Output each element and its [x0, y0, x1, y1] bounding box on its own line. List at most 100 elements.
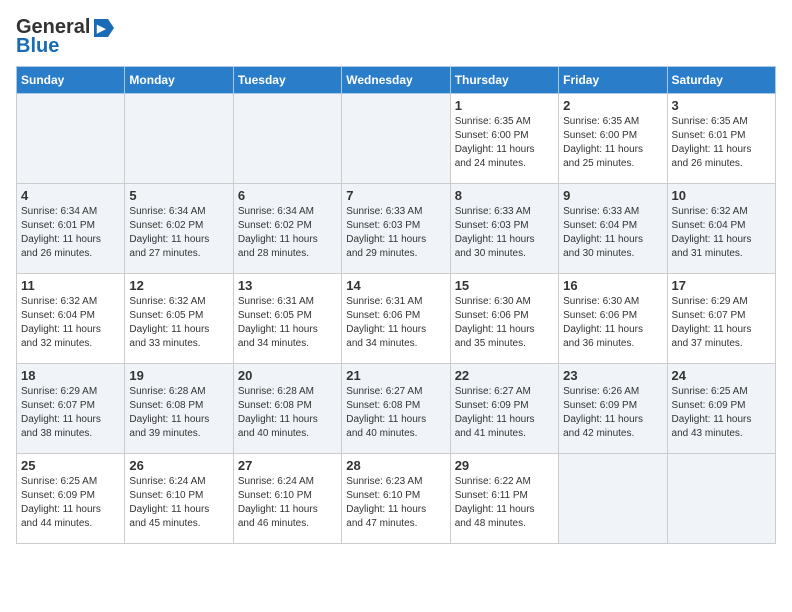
day-cell: 26Sunrise: 6:24 AMSunset: 6:10 PMDayligh…	[125, 454, 233, 544]
day-info: Sunrise: 6:32 AMSunset: 6:05 PMDaylight:…	[129, 295, 228, 351]
week-row-2: 4 Sunrise: 6:34 AMSunset: 6:01 PMDaylight…	[17, 184, 776, 274]
day-info: Sunrise: 6:28 AMSunset: 6:08 PMDaylight:…	[129, 385, 228, 441]
day-number: 9	[563, 188, 662, 203]
day-number: 26	[129, 458, 228, 473]
day-number: 10	[672, 188, 771, 203]
week-row-3: 11 Sunrise: 6:32 AMSunset: 6:04 PMDayligh…	[17, 274, 776, 364]
day-number: 3	[672, 98, 771, 113]
day-cell: 24 Sunrise: 6:25 AMSunset: 6:09 PMDayligh…	[667, 364, 775, 454]
logo-icon: ▶	[92, 17, 114, 39]
header-cell-wednesday: Wednesday	[342, 67, 450, 94]
day-number: 1	[455, 98, 554, 113]
day-cell: 19 Sunrise: 6:28 AMSunset: 6:08 PMDayligh…	[125, 364, 233, 454]
day-info: Sunrise: 6:34 AMSunset: 6:01 PMDaylight:…	[21, 205, 120, 261]
day-info: Sunrise: 6:22 AMSunset: 6:11 PMDaylight:…	[455, 475, 554, 531]
day-number: 13	[238, 278, 337, 293]
header-cell-tuesday: Tuesday	[233, 67, 341, 94]
day-number: 6	[238, 188, 337, 203]
day-number: 8	[455, 188, 554, 203]
day-cell: 28 Sunrise: 6:23 AMSunset: 6:10 PMDayligh…	[342, 454, 450, 544]
day-number: 11	[21, 278, 120, 293]
day-cell: 2 Sunrise: 6:35 AMSunset: 6:00 PMDaylight…	[559, 94, 667, 184]
header-cell-friday: Friday	[559, 67, 667, 94]
day-cell: 27 Sunrise: 6:24 AMSunset: 6:10 PMDayligh…	[233, 454, 341, 544]
day-cell: 7 Sunrise: 6:33 AMSunset: 6:03 PMDaylight…	[342, 184, 450, 274]
calendar-header-row: SundayMondayTuesdayWednesdayThursdayFrid…	[17, 67, 776, 94]
day-cell	[17, 94, 125, 184]
day-info: Sunrise: 6:28 AMSunset: 6:08 PMDaylight:…	[238, 385, 337, 441]
day-number: 14	[346, 278, 445, 293]
header-cell-thursday: Thursday	[450, 67, 558, 94]
day-cell: 3 Sunrise: 6:35 AMSunset: 6:01 PMDaylight…	[667, 94, 775, 184]
day-number: 4	[21, 188, 120, 203]
day-info: Sunrise: 6:32 AMSunset: 6:04 PMDaylight:…	[672, 205, 771, 261]
header-cell-monday: Monday	[125, 67, 233, 94]
day-cell: 4 Sunrise: 6:34 AMSunset: 6:01 PMDaylight…	[17, 184, 125, 274]
header-cell-saturday: Saturday	[667, 67, 775, 94]
logo: General ▶ Blue	[16, 16, 114, 58]
day-info: Sunrise: 6:33 AMSunset: 6:04 PMDaylight:…	[563, 205, 662, 261]
day-cell: 5Sunrise: 6:34 AMSunset: 6:02 PMDaylight…	[125, 184, 233, 274]
day-cell: 25 Sunrise: 6:25 AMSunset: 6:09 PMDayligh…	[17, 454, 125, 544]
calendar-table: SundayMondayTuesdayWednesdayThursdayFrid…	[16, 66, 776, 544]
svg-text:▶: ▶	[96, 23, 106, 35]
day-cell: 29 Sunrise: 6:22 AMSunset: 6:11 PMDayligh…	[450, 454, 558, 544]
day-number: 2	[563, 98, 662, 113]
day-cell: 23Sunrise: 6:26 AMSunset: 6:09 PMDayligh…	[559, 364, 667, 454]
day-cell: 11 Sunrise: 6:32 AMSunset: 6:04 PMDayligh…	[17, 274, 125, 364]
day-number: 27	[238, 458, 337, 473]
day-number: 24	[672, 368, 771, 383]
week-row-1: 1 Sunrise: 6:35 AMSunset: 6:00 PMDaylight…	[17, 94, 776, 184]
day-number: 21	[346, 368, 445, 383]
day-number: 22	[455, 368, 554, 383]
day-number: 19	[129, 368, 228, 383]
logo-blue: Blue	[16, 35, 59, 58]
day-info: Sunrise: 6:31 AMSunset: 6:06 PMDaylight:…	[346, 295, 445, 351]
day-info: Sunrise: 6:35 AMSunset: 6:00 PMDaylight:…	[455, 115, 554, 171]
day-info: Sunrise: 6:25 AMSunset: 6:09 PMDaylight:…	[672, 385, 771, 441]
day-cell: 1 Sunrise: 6:35 AMSunset: 6:00 PMDaylight…	[450, 94, 558, 184]
day-cell: 17Sunrise: 6:29 AMSunset: 6:07 PMDayligh…	[667, 274, 775, 364]
day-cell: 20Sunrise: 6:28 AMSunset: 6:08 PMDayligh…	[233, 364, 341, 454]
day-cell: 8 Sunrise: 6:33 AMSunset: 6:03 PMDaylight…	[450, 184, 558, 274]
week-row-5: 25 Sunrise: 6:25 AMSunset: 6:09 PMDayligh…	[17, 454, 776, 544]
day-info: Sunrise: 6:34 AMSunset: 6:02 PMDaylight:…	[129, 205, 228, 261]
day-number: 15	[455, 278, 554, 293]
day-info: Sunrise: 6:29 AMSunset: 6:07 PMDaylight:…	[21, 385, 120, 441]
day-cell: 15 Sunrise: 6:30 AMSunset: 6:06 PMDayligh…	[450, 274, 558, 364]
day-cell	[667, 454, 775, 544]
day-number: 25	[21, 458, 120, 473]
day-info: Sunrise: 6:27 AMSunset: 6:08 PMDaylight:…	[346, 385, 445, 441]
day-cell: 10 Sunrise: 6:32 AMSunset: 6:04 PMDayligh…	[667, 184, 775, 274]
day-info: Sunrise: 6:33 AMSunset: 6:03 PMDaylight:…	[455, 205, 554, 261]
day-cell: 12Sunrise: 6:32 AMSunset: 6:05 PMDayligh…	[125, 274, 233, 364]
day-cell: 18 Sunrise: 6:29 AMSunset: 6:07 PMDayligh…	[17, 364, 125, 454]
day-cell: 6 Sunrise: 6:34 AMSunset: 6:02 PMDaylight…	[233, 184, 341, 274]
day-info: Sunrise: 6:35 AMSunset: 6:01 PMDaylight:…	[672, 115, 771, 171]
day-number: 16	[563, 278, 662, 293]
day-number: 7	[346, 188, 445, 203]
day-cell: 21 Sunrise: 6:27 AMSunset: 6:08 PMDayligh…	[342, 364, 450, 454]
day-info: Sunrise: 6:35 AMSunset: 6:00 PMDaylight:…	[563, 115, 662, 171]
day-info: Sunrise: 6:31 AMSunset: 6:05 PMDaylight:…	[238, 295, 337, 351]
day-number: 28	[346, 458, 445, 473]
day-info: Sunrise: 6:25 AMSunset: 6:09 PMDaylight:…	[21, 475, 120, 531]
day-number: 23	[563, 368, 662, 383]
day-info: Sunrise: 6:30 AMSunset: 6:06 PMDaylight:…	[455, 295, 554, 351]
day-cell: 14 Sunrise: 6:31 AMSunset: 6:06 PMDayligh…	[342, 274, 450, 364]
day-info: Sunrise: 6:30 AMSunset: 6:06 PMDaylight:…	[563, 295, 662, 351]
day-number: 18	[21, 368, 120, 383]
day-number: 17	[672, 278, 771, 293]
header: General ▶ Blue	[16, 16, 776, 58]
day-number: 29	[455, 458, 554, 473]
header-cell-sunday: Sunday	[17, 67, 125, 94]
day-cell: 13 Sunrise: 6:31 AMSunset: 6:05 PMDayligh…	[233, 274, 341, 364]
week-row-4: 18 Sunrise: 6:29 AMSunset: 6:07 PMDayligh…	[17, 364, 776, 454]
day-info: Sunrise: 6:34 AMSunset: 6:02 PMDaylight:…	[238, 205, 337, 261]
day-info: Sunrise: 6:33 AMSunset: 6:03 PMDaylight:…	[346, 205, 445, 261]
day-cell: 22Sunrise: 6:27 AMSunset: 6:09 PMDayligh…	[450, 364, 558, 454]
day-info: Sunrise: 6:23 AMSunset: 6:10 PMDaylight:…	[346, 475, 445, 531]
day-info: Sunrise: 6:24 AMSunset: 6:10 PMDaylight:…	[238, 475, 337, 531]
day-info: Sunrise: 6:32 AMSunset: 6:04 PMDaylight:…	[21, 295, 120, 351]
day-cell	[125, 94, 233, 184]
